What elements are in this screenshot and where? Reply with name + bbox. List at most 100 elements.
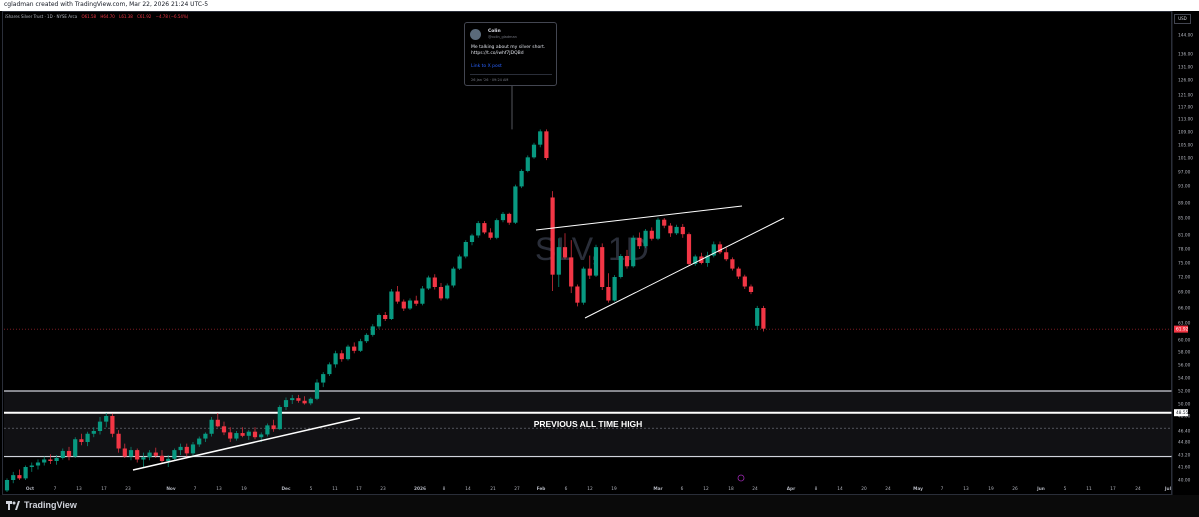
- time-tick-label: 12: [703, 486, 709, 492]
- time-tick-label: 6: [565, 486, 568, 492]
- candle-body: [668, 225, 673, 234]
- ath-label: PREVIOUS ALL TIME HIGH: [534, 419, 643, 429]
- candle-body: [755, 308, 760, 326]
- candle-body: [48, 459, 53, 461]
- time-tick-label: Oct: [26, 486, 34, 492]
- price-tick-label: 85.00: [1178, 216, 1191, 222]
- time-tick-label: 17: [356, 486, 362, 492]
- candle-body: [29, 465, 34, 467]
- tradingview-icon: [6, 500, 20, 510]
- candle-body: [321, 374, 326, 383]
- candle-body: [624, 256, 630, 267]
- time-tick-label: 18: [728, 486, 734, 492]
- candle-body: [445, 285, 450, 299]
- price-tick-label: 97.00: [1178, 170, 1191, 176]
- candle-body: [736, 268, 741, 277]
- candle-body: [395, 291, 400, 302]
- candle-body: [383, 315, 388, 319]
- candle-body: [147, 452, 152, 458]
- candle-body: [17, 475, 22, 479]
- candle-body: [4, 480, 10, 491]
- candle-body: [562, 247, 568, 258]
- candle-body: [104, 416, 109, 422]
- time-tick-label: 23: [380, 486, 386, 492]
- price-axis: 144.00 136.00 131.00 126.00 121.00 117.00 113.…: [1171, 11, 1193, 495]
- candle-body: [110, 416, 115, 434]
- candle-body: [748, 286, 754, 292]
- candle-body: [66, 450, 72, 457]
- candle-body: [376, 315, 382, 327]
- time-tick-label: 14: [837, 486, 843, 492]
- candle-body: [724, 252, 729, 260]
- price-tick-label: 105.00: [1178, 143, 1193, 149]
- candle-body: [277, 407, 282, 430]
- price-tick-label: 72.00: [1178, 275, 1191, 281]
- candle-body: [73, 439, 78, 457]
- tweet-card[interactable]: Colin @colin_gladman Me talking about my…: [464, 22, 557, 86]
- time-tick-label: 2026: [414, 486, 426, 492]
- candle-body: [60, 450, 65, 458]
- candle-body: [612, 277, 617, 301]
- time-tick-label: 6: [681, 486, 684, 492]
- time-tick-label: 19: [611, 486, 617, 492]
- candle-body: [35, 462, 41, 466]
- price-tick-label: 81.00: [1178, 233, 1191, 239]
- price-tick-label: 44.80: [1178, 440, 1191, 446]
- candle-body: [85, 433, 90, 442]
- candle-body: [166, 458, 171, 461]
- candle-body: [457, 256, 462, 269]
- price-chart[interactable]: SLV, 1D PREVIOUS ALL TIME HIGH 144.00136…: [0, 0, 1199, 517]
- candle-body: [686, 234, 692, 264]
- candle-body: [91, 431, 96, 434]
- candle-body: [271, 425, 276, 430]
- candle-body: [159, 455, 165, 461]
- candle-body: [259, 434, 264, 438]
- candle-body: [655, 219, 661, 239]
- price-tick-label: 60.00: [1178, 338, 1191, 344]
- candle-body: [426, 277, 431, 289]
- candle-body: [531, 144, 537, 158]
- candle-body: [494, 220, 499, 238]
- time-tick-label: 24: [752, 486, 758, 492]
- candle-body: [525, 157, 530, 171]
- candle-body: [358, 341, 363, 351]
- time-tick-label: May: [913, 486, 923, 492]
- candle-body: [550, 197, 555, 275]
- candle-body: [606, 287, 611, 301]
- candle-body: [575, 286, 580, 303]
- candle-body: [680, 226, 685, 235]
- candle-body: [569, 257, 574, 287]
- candle-body: [600, 247, 605, 287]
- time-tick-label: 5: [310, 486, 313, 492]
- candle-body: [283, 400, 289, 407]
- time-tick-label: 14: [465, 486, 471, 492]
- candle-body: [23, 467, 28, 479]
- tweet-link[interactable]: Link to X post: [471, 64, 502, 69]
- price-tick-label: 63.00: [1178, 321, 1191, 327]
- price-tick-label: 43.20: [1178, 453, 1191, 459]
- candle-body: [302, 400, 307, 404]
- candle-body: [215, 419, 220, 427]
- candle-body: [122, 448, 127, 457]
- candle-body: [203, 433, 208, 439]
- time-tick-label: Feb: [537, 486, 546, 492]
- time-tick-label: 12: [587, 486, 593, 492]
- candle-body: [438, 287, 444, 299]
- candle-body: [352, 346, 357, 351]
- candle-body: [11, 475, 16, 480]
- price-tick-label: 78.00: [1178, 247, 1191, 253]
- tweet-divider: [470, 74, 552, 75]
- candle-body: [593, 247, 599, 276]
- price-tick-label: 117.00: [1178, 105, 1193, 111]
- tradingview-logo[interactable]: TradingView: [6, 500, 77, 510]
- tweet-text: Me talking about my silver short. https:…: [471, 45, 546, 56]
- price-tick-label: 41.60: [1178, 465, 1191, 471]
- candle-body: [451, 268, 456, 286]
- candle-body: [643, 230, 648, 247]
- footer-bar: [0, 495, 1199, 517]
- candle-body: [97, 421, 103, 431]
- candle-body: [631, 237, 636, 267]
- candle-body: [587, 268, 592, 276]
- price-tick-label: 109.00: [1178, 130, 1193, 136]
- candle-body: [42, 459, 47, 463]
